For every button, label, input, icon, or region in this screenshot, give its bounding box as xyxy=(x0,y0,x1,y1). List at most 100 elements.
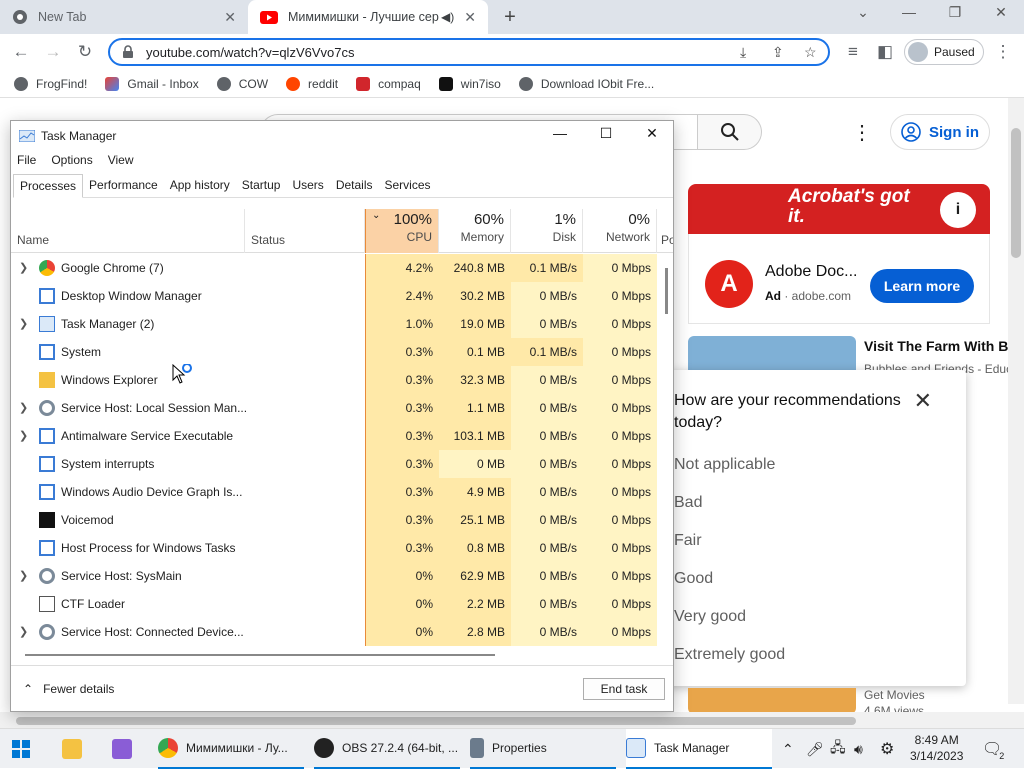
youtube-search-button[interactable] xyxy=(698,114,762,150)
column-cpu[interactable]: ⌄ 100% CPU xyxy=(365,209,439,253)
ad-title[interactable]: Adobe Doc... xyxy=(765,263,858,281)
bookmark-reddit[interactable]: reddit xyxy=(286,76,338,91)
process-row[interactable]: System 0.3% 0.1 MB 0.1 MB/s 0 Mbps xyxy=(11,338,667,366)
tab-details[interactable]: Details xyxy=(330,174,379,198)
menu-dots-icon[interactable]: ⋮ xyxy=(992,42,1014,62)
survey-option[interactable]: Not applicable xyxy=(674,456,775,474)
media-control-icon[interactable]: ≡ xyxy=(842,42,864,62)
task-manager-titlebar[interactable]: Task Manager — ☐ ✕ xyxy=(11,121,673,151)
fewer-details-button[interactable]: ⌃ Fewer details xyxy=(23,682,114,696)
share-icon[interactable]: ⇪ xyxy=(772,44,784,61)
expand-chevron-icon[interactable]: ❯ xyxy=(19,429,28,442)
tab-users[interactable]: Users xyxy=(286,174,329,198)
expand-chevron-icon[interactable]: ❯ xyxy=(19,569,28,582)
microphone-icon[interactable]: 🎤︎ xyxy=(806,729,824,769)
start-button[interactable] xyxy=(12,729,30,769)
process-row[interactable]: System interrupts 0.3% 0 MB 0 MB/s 0 Mbps xyxy=(11,450,667,478)
restore-button[interactable]: ❐ xyxy=(940,4,970,21)
bookmark-win7iso[interactable]: win7iso xyxy=(438,76,501,91)
bookmark-gmail[interactable]: Gmail - Inbox xyxy=(105,76,199,91)
taskbar-app-chrome[interactable]: Мимимишки - Лу... xyxy=(158,729,304,769)
scrollbar-thumb[interactable] xyxy=(25,654,495,656)
column-disk[interactable]: 1% Disk xyxy=(511,209,583,253)
bookmark-frogfind[interactable]: FrogFind! xyxy=(14,76,87,91)
tab-services[interactable]: Services xyxy=(379,174,437,198)
bookmark-star-icon[interactable]: ☆ xyxy=(804,44,817,61)
volume-icon[interactable]: 🔊︎ xyxy=(854,729,863,769)
speaker-icon[interactable]: ◀) xyxy=(441,10,454,24)
scrollbar-thumb[interactable] xyxy=(665,268,668,314)
survey-option[interactable]: Extremely good xyxy=(674,646,785,664)
notifications-button[interactable]: 🗨︎ 2 xyxy=(982,729,1007,769)
minimize-button[interactable]: — xyxy=(894,4,924,20)
sign-in-button[interactable]: Sign in xyxy=(890,114,990,150)
tab-app-history[interactable]: App history xyxy=(164,174,236,198)
tab-youtube[interactable]: Мимимишки - Лучшие сер ◀) ✕ xyxy=(248,0,488,34)
bookmark-compaq[interactable]: compaq xyxy=(356,76,421,91)
process-row[interactable]: CTF Loader 0% 2.2 MB 0 MB/s 0 Mbps xyxy=(11,590,667,618)
show-hidden-icons-icon[interactable]: ⌃ xyxy=(782,729,794,769)
survey-option[interactable]: Bad xyxy=(674,494,702,512)
menu-view[interactable]: View xyxy=(108,153,134,167)
process-row[interactable]: ❯ Task Manager (2) 1.0% 19.0 MB 0 MB/s 0 Mbps xyxy=(11,310,667,338)
expand-chevron-icon[interactable]: ❯ xyxy=(19,261,28,274)
expand-chevron-icon[interactable]: ❯ xyxy=(19,625,28,638)
column-power[interactable]: Po xyxy=(657,209,673,253)
new-tab-button[interactable]: + xyxy=(498,6,522,29)
close-button[interactable]: ✕ xyxy=(629,125,675,142)
close-icon[interactable]: ✕ xyxy=(914,388,932,414)
process-list-hscrollbar[interactable] xyxy=(25,653,655,657)
process-row[interactable]: Desktop Window Manager 2.4% 30.2 MB 0 MB/s 0… xyxy=(11,282,667,310)
bookmark-iobit[interactable]: Download IObit Fre... xyxy=(518,76,654,91)
network-icon[interactable]: 🖧︎ xyxy=(830,729,846,769)
video-thumbnail[interactable] xyxy=(688,688,856,714)
process-row[interactable]: Host Process for Windows Tasks 0.3% 0.8 MB… xyxy=(11,534,667,562)
process-row[interactable]: ❯ Service Host: SysMain 0% 62.9 MB 0 MB/s 0 M… xyxy=(11,562,667,590)
tab-performance[interactable]: Performance xyxy=(83,174,164,198)
process-row[interactable]: Voicemod 0.3% 25.1 MB 0 MB/s 0 Mbps xyxy=(11,506,667,534)
survey-option[interactable]: Good xyxy=(674,570,713,588)
process-row[interactable]: ❯ Google Chrome (7) 4.2% 240.8 MB 0.1 MB/s 0 … xyxy=(11,254,667,282)
survey-option[interactable]: Very good xyxy=(674,608,746,626)
process-row[interactable]: ❯ Antimalware Service Executable 0.3% 103.1… xyxy=(11,422,667,450)
taskbar-app-obs[interactable]: OBS 27.2.4 (64-bit, ... xyxy=(314,729,460,769)
youtube-settings-dots-icon[interactable]: ⋮ xyxy=(852,120,872,145)
clock[interactable]: 8:49 AM 3/14/2023 xyxy=(910,732,963,764)
end-task-button[interactable]: End task xyxy=(583,678,665,700)
maximize-button[interactable]: ☐ xyxy=(583,125,629,142)
tab-search-icon[interactable]: ⌄ xyxy=(848,4,878,21)
process-row[interactable]: ❯ Service Host: Local Session Man... 0.3% 1… xyxy=(11,394,667,422)
learn-more-button[interactable]: Learn more xyxy=(870,269,974,303)
survey-option[interactable]: Fair xyxy=(674,532,702,550)
scrollbar-thumb[interactable] xyxy=(16,717,856,725)
forward-button[interactable]: → xyxy=(42,42,64,62)
reload-button[interactable]: ↻ xyxy=(74,42,96,62)
close-window-button[interactable]: ✕ xyxy=(986,4,1016,21)
column-network[interactable]: 0% Network xyxy=(583,209,657,253)
back-button[interactable]: ← xyxy=(10,42,32,62)
visual-studio-taskbar-button[interactable] xyxy=(112,729,132,769)
profile-button[interactable]: Paused xyxy=(904,39,984,65)
tab-close-icon[interactable]: ✕ xyxy=(224,9,236,26)
process-row[interactable]: Windows Audio Device Graph Is... 0.3% 4.9 … xyxy=(11,478,667,506)
ad-info-icon[interactable]: i xyxy=(940,192,976,228)
taskbar-app-task-manager[interactable]: Task Manager xyxy=(626,729,772,769)
process-row[interactable]: ❯ Service Host: Connected Device... 0% 2.8 … xyxy=(11,618,667,646)
page-horizontal-scrollbar[interactable] xyxy=(0,712,1024,728)
tab-new-tab[interactable]: New Tab ✕ xyxy=(0,0,248,34)
video-title[interactable]: Visit The Farm With Bu xyxy=(864,338,1017,354)
column-memory[interactable]: 60% Memory xyxy=(439,209,511,253)
channel-name[interactable]: Get Movies xyxy=(864,688,925,702)
expand-chevron-icon[interactable]: ❯ xyxy=(19,401,28,414)
side-panel-icon[interactable]: ◧ xyxy=(874,42,896,62)
minimize-button[interactable]: — xyxy=(537,125,583,141)
address-bar[interactable]: youtube.com/watch?v=qlzV6Vvo7cs ⤓ ⇪ ☆ xyxy=(108,38,830,66)
lock-icon[interactable] xyxy=(122,45,134,59)
tab-startup[interactable]: Startup xyxy=(236,174,287,198)
install-icon[interactable]: ⤓ xyxy=(740,44,746,61)
menu-file[interactable]: File xyxy=(17,153,36,167)
expand-chevron-icon[interactable]: ❯ xyxy=(19,317,28,330)
bookmark-cow[interactable]: COW xyxy=(216,76,268,91)
scrollbar-thumb[interactable] xyxy=(1011,128,1021,258)
process-list-scrollbar[interactable] xyxy=(663,254,673,646)
